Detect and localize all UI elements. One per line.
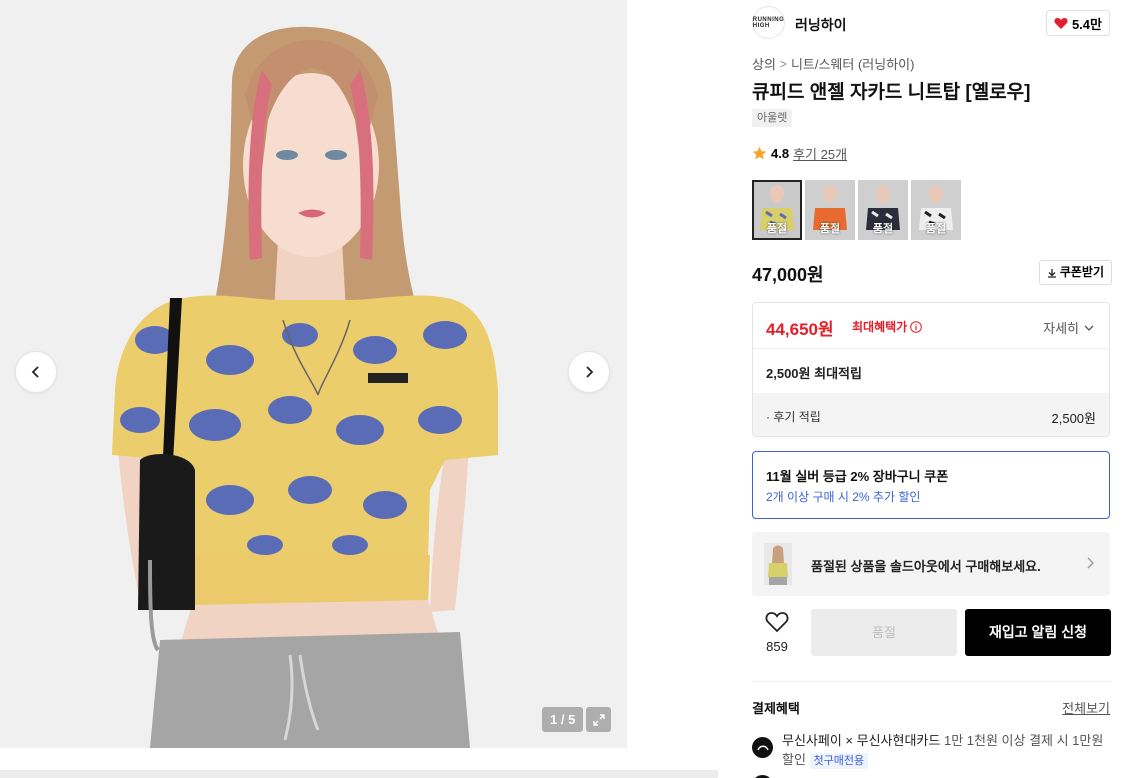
color-option-white[interactable]: 품절 [911,180,961,240]
review-count-link[interactable]: 후기 25개 [793,144,847,163]
chevron-down-icon [1084,325,1094,331]
max-benefit-label: 최대혜택가 [852,318,923,335]
swatch-status: 품절 [766,223,788,235]
color-option-yellow[interactable]: 품절 [752,180,802,240]
cart-coupon-subtitle: 2개 이상 구매 시 2% 추가 할인 [766,490,921,504]
gallery-bottom-divider [0,770,718,778]
max-points: 2,500원 최대적립 [766,366,862,381]
max-benefit-row: 44,650원 최대혜택가 자세히 [753,303,1109,349]
max-benefit-box: 44,650원 최대혜택가 자세히 2,500원 최대적립 · 후기 적립 2,… [752,302,1110,437]
outlet-tag: 아울렛 [752,109,793,127]
coupon-download-button[interactable]: 쿠폰받기 [1038,260,1112,285]
soldout-banner-thumbnail [764,543,792,585]
review-points-label: · 후기 적립 [766,410,821,424]
payment-benefits-title: 결제혜택 [752,701,800,716]
rating-summary: 4.8 후기 25개 [752,144,847,163]
max-benefit-label-text: 최대혜택가 [852,320,908,334]
image-counter: 1 / 5 [542,707,584,732]
expand-image-button[interactable] [586,707,611,732]
first-purchase-badge: 첫구매전용 [809,753,869,769]
payment-benefit-item: 무신사페이 × 무신사현대카드 1만 1천원 이상 결제 시 1만원 할인 첫구… [782,731,1112,769]
cart-coupon-title: 11월 실버 등급 2% 장바구니 쿠폰 [766,469,949,484]
color-option-black[interactable]: 품절 [858,180,908,240]
product-photo [112,26,498,748]
restock-alert-button[interactable]: 재입고 알림 신청 [965,609,1111,656]
download-icon [1047,268,1056,278]
breadcrumb-subcategory[interactable]: 니트/스웨터 (러닝하이) [791,54,915,73]
color-option-orange[interactable]: 품절 [805,180,855,240]
payment-benefits-view-all[interactable]: 전체보기 [1062,698,1110,717]
brand-name[interactable]: 러닝하이 [795,15,847,35]
soldout-banner-text: 품절된 상품을 솔드아웃에서 구매해보세요. [811,559,1041,574]
max-benefit-price: 44,650원 [766,320,834,339]
brand-logo[interactable]: RUNNING HIGH [752,6,785,39]
heart-outline-icon [765,612,789,633]
product-image-gallery[interactable]: 1 / 5 [0,0,627,748]
color-options: 품절 품절 품절 품절 [752,180,961,240]
review-points-row: · 후기 적립 2,500원 [753,393,1109,436]
wishlist-button[interactable]: 859 [758,611,796,654]
wishlist-count: 859 [766,639,788,654]
swatch-status: 품절 [819,223,841,235]
expand-icon [592,713,605,726]
swatch-status: 품절 [925,223,947,235]
chevron-right-icon [586,366,594,378]
review-points-value: 2,500원 [1051,411,1097,426]
product-title: 큐피드 앤젤 자카드 니트탑 [옐로우] [752,82,1031,103]
card-icon [752,737,773,758]
soldout-button: 품절 [811,609,957,656]
benefit-detail-toggle[interactable]: 자세히 [1043,318,1095,337]
benefit-detail-label: 자세히 [1043,321,1079,336]
points-row: 2,500원 최대적립 [753,349,1109,393]
section-divider [752,681,1112,682]
info-icon[interactable] [910,320,923,333]
star-icon [752,146,767,160]
brand-like-count: 5.4만 [1071,16,1102,32]
next-image-button[interactable] [568,351,610,393]
previous-image-button[interactable] [15,351,57,393]
purchase-actions: 859 품절 재입고 알림 신청 [752,609,1112,657]
cart-coupon-card[interactable]: 11월 실버 등급 2% 장바구니 쿠폰 2개 이상 구매 시 2% 추가 할인 [752,451,1110,519]
product-price: 47,000원 [752,265,824,285]
breadcrumb-category[interactable]: 상의 [752,54,776,73]
chevron-right-icon [1087,557,1094,569]
rating-score: 4.8 [771,146,790,161]
payment-benefit-card: 무신사페이 × 무신사현대카드 [782,733,941,748]
heart-icon [1054,17,1068,29]
brand-like-button[interactable]: 5.4만 [1045,10,1110,36]
brand-row: RUNNING HIGH 러닝하이 5.4만 [752,6,1112,40]
coupon-download-label: 쿠폰받기 [1059,265,1104,279]
soldout-market-banner[interactable]: 품절된 상품을 솔드아웃에서 구매해보세요. [752,532,1110,596]
swatch-status: 품절 [872,223,894,235]
breadcrumb-separator: > [779,56,787,71]
breadcrumb: 상의 > 니트/스웨터 (러닝하이) [752,54,914,73]
chevron-left-icon [31,366,39,378]
